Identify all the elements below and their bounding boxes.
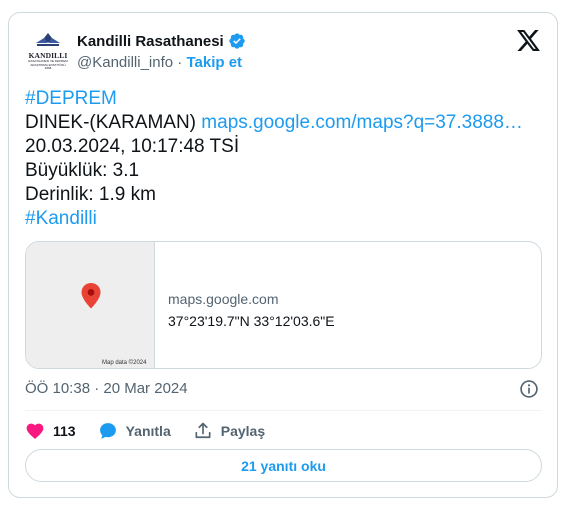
author-name[interactable]: Kandilli Rasathanesi [77,32,246,50]
map-card-coordinates: 37°23'19.7"N 33°12'03.6"E [168,313,335,329]
map-link-card[interactable]: Map data ©2024 maps.google.com 37°23'19.… [25,241,542,369]
map-thumbnail[interactable]: Map data ©2024 [26,242,155,368]
hashtag-kandilli[interactable]: #Kandilli [25,208,97,229]
share-label: Paylaş [220,423,266,439]
map-credit: Map data ©2024 [102,360,147,366]
share-button[interactable]: Paylaş [193,421,265,441]
like-button[interactable]: 113 [25,421,76,441]
divider [25,410,542,411]
map-card-domain: maps.google.com [168,291,279,307]
map-link[interactable]: maps.google.com/maps?q=37.3888… [201,112,523,133]
read-replies-button[interactable]: 21 yanıtı oku [25,449,542,482]
avatar-logo-subtitle: RASATHANESİ VE DEPREM ARAŞTIRMA ENSTİTÜS… [28,59,68,70]
info-icon[interactable] [519,379,539,399]
map-card-info: maps.google.com 37°23'19.7"N 33°12'03.6"… [155,242,335,368]
tweet-timestamp[interactable]: ÖÖ 10:38 · 20 Mar 2024 [25,380,188,397]
author-handle[interactable]: @Kandilli_info [77,54,173,71]
reply-bubble-icon [99,423,116,439]
share-icon [195,422,211,439]
like-count: 113 [53,423,76,439]
x-logo-icon[interactable] [517,30,540,51]
observatory-emblem-icon [36,33,60,46]
magnitude-text: Büyüklük: 3.1 [25,160,140,181]
author-avatar[interactable]: KANDILLI RASATHANESİ VE DEPREM ARAŞTIRMA… [26,31,70,75]
read-replies-label: 21 yanıtı oku [241,457,326,474]
verified-badge-icon [229,33,245,49]
location-text: DINEK-(KARAMAN) [25,112,197,133]
heart-icon [26,423,44,439]
author-handle-line: @Kandilli_info · Takip et [77,54,242,71]
depth-text: Derinlik: 1.9 km [25,184,156,205]
action-bar: 113 Yanıtla Paylaş [25,419,287,443]
tweet-embed-card: KANDILLI RASATHANESİ VE DEPREM ARAŞTIRMA… [8,12,558,498]
tweet-text: #DEPREM DINEK-(KARAMAN) maps.google.com/… [25,87,545,231]
follow-button[interactable]: Takip et [186,54,242,71]
map-pin-icon [81,283,101,309]
author-name-text[interactable]: Kandilli Rasathanesi [77,33,224,50]
separator-dot: · [177,54,183,71]
hashtag-deprem[interactable]: #DEPREM [25,88,117,109]
reply-label: Yanıtla [125,423,171,439]
reply-button[interactable]: Yanıtla [98,421,171,441]
datetime-text: 20.03.2024, 10:17:48 TSİ [25,136,240,157]
